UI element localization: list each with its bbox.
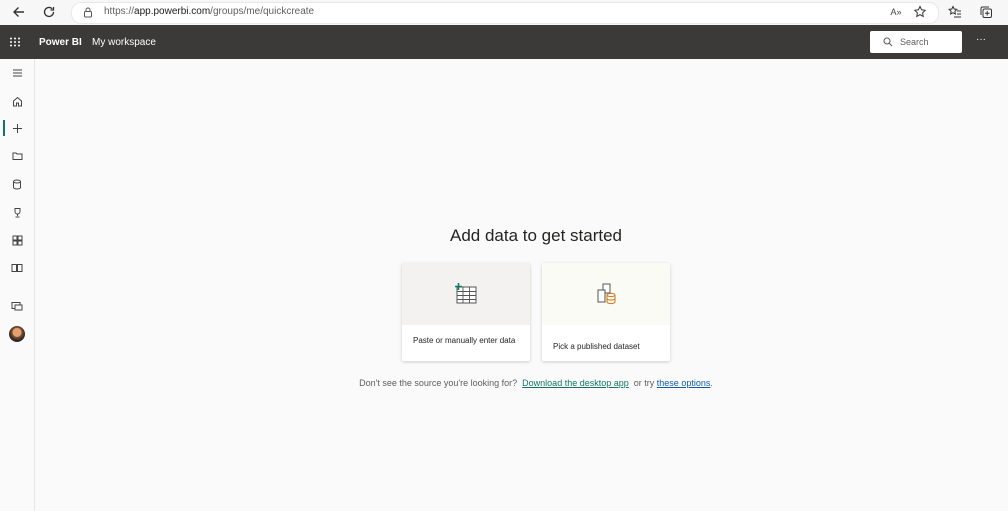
lock-icon [84, 7, 92, 18]
trophy-icon [14, 207, 20, 217]
published-dataset-card[interactable]: Pick a published dataset [542, 263, 670, 361]
refresh-button[interactable] [39, 3, 59, 21]
nav-goals[interactable] [0, 200, 34, 224]
paste-data-card[interactable]: Paste or manually enter data [402, 263, 530, 361]
help-text: Don't see the source you're looking for?… [359, 378, 713, 388]
nav-workspaces[interactable] [0, 294, 34, 318]
nav-learn[interactable] [0, 256, 34, 280]
back-button[interactable] [9, 3, 29, 21]
address-bar[interactable]: https://app.powerbi.com/groups/me/quickc… [71, 2, 939, 24]
app-header: Power BI My workspace Search ··· [0, 25, 1008, 59]
brand-name[interactable]: Power BI [39, 37, 82, 48]
nav-home[interactable] [0, 89, 34, 113]
nav-data-hub[interactable] [0, 172, 34, 196]
nav-create[interactable] [0, 116, 34, 140]
favorites-button[interactable] [946, 4, 964, 20]
browser-toolbar: https://app.powerbi.com/groups/me/quickc… [0, 0, 1008, 26]
download-desktop-link[interactable]: Download the desktop app [522, 378, 629, 388]
refresh-icon [43, 6, 55, 18]
dataset-icon [597, 283, 616, 305]
collections-button[interactable] [977, 4, 995, 20]
plus-icon [12, 123, 22, 133]
url-text: https://app.powerbi.com/groups/me/quickc… [104, 6, 315, 17]
favorites-list-icon [948, 5, 961, 18]
home-icon [12, 96, 22, 106]
card-icon-area [402, 263, 530, 325]
folder-icon [12, 152, 22, 160]
workspace-name[interactable]: My workspace [92, 37, 156, 48]
read-aloud-button[interactable]: A» [887, 4, 905, 20]
collections-icon [980, 6, 992, 18]
search-placeholder: Search [900, 37, 929, 47]
back-arrow-icon [13, 7, 24, 17]
workspaces-icon [11, 301, 23, 310]
nav-browse[interactable] [0, 144, 34, 168]
card-label: Pick a published dataset [553, 342, 640, 351]
card-icon-area [542, 263, 670, 325]
app-launcher-icon[interactable] [9, 37, 21, 47]
star-add-icon [913, 5, 927, 18]
search-icon [883, 37, 893, 47]
these-options-link[interactable]: these options [657, 378, 711, 388]
database-icon [13, 179, 21, 190]
favorite-button[interactable] [911, 4, 929, 20]
avatar [9, 326, 25, 342]
table-plus-icon [455, 283, 477, 304]
nav-menu[interactable] [0, 61, 34, 85]
hamburger-icon [12, 69, 22, 77]
page-title: Add data to get started [449, 226, 622, 245]
search-input[interactable]: Search [870, 31, 962, 53]
more-options-button[interactable]: ··· [976, 34, 986, 45]
nav-account[interactable] [0, 322, 34, 346]
book-icon [11, 264, 23, 272]
card-label: Paste or manually enter data [413, 336, 516, 345]
left-navigation [0, 59, 35, 511]
